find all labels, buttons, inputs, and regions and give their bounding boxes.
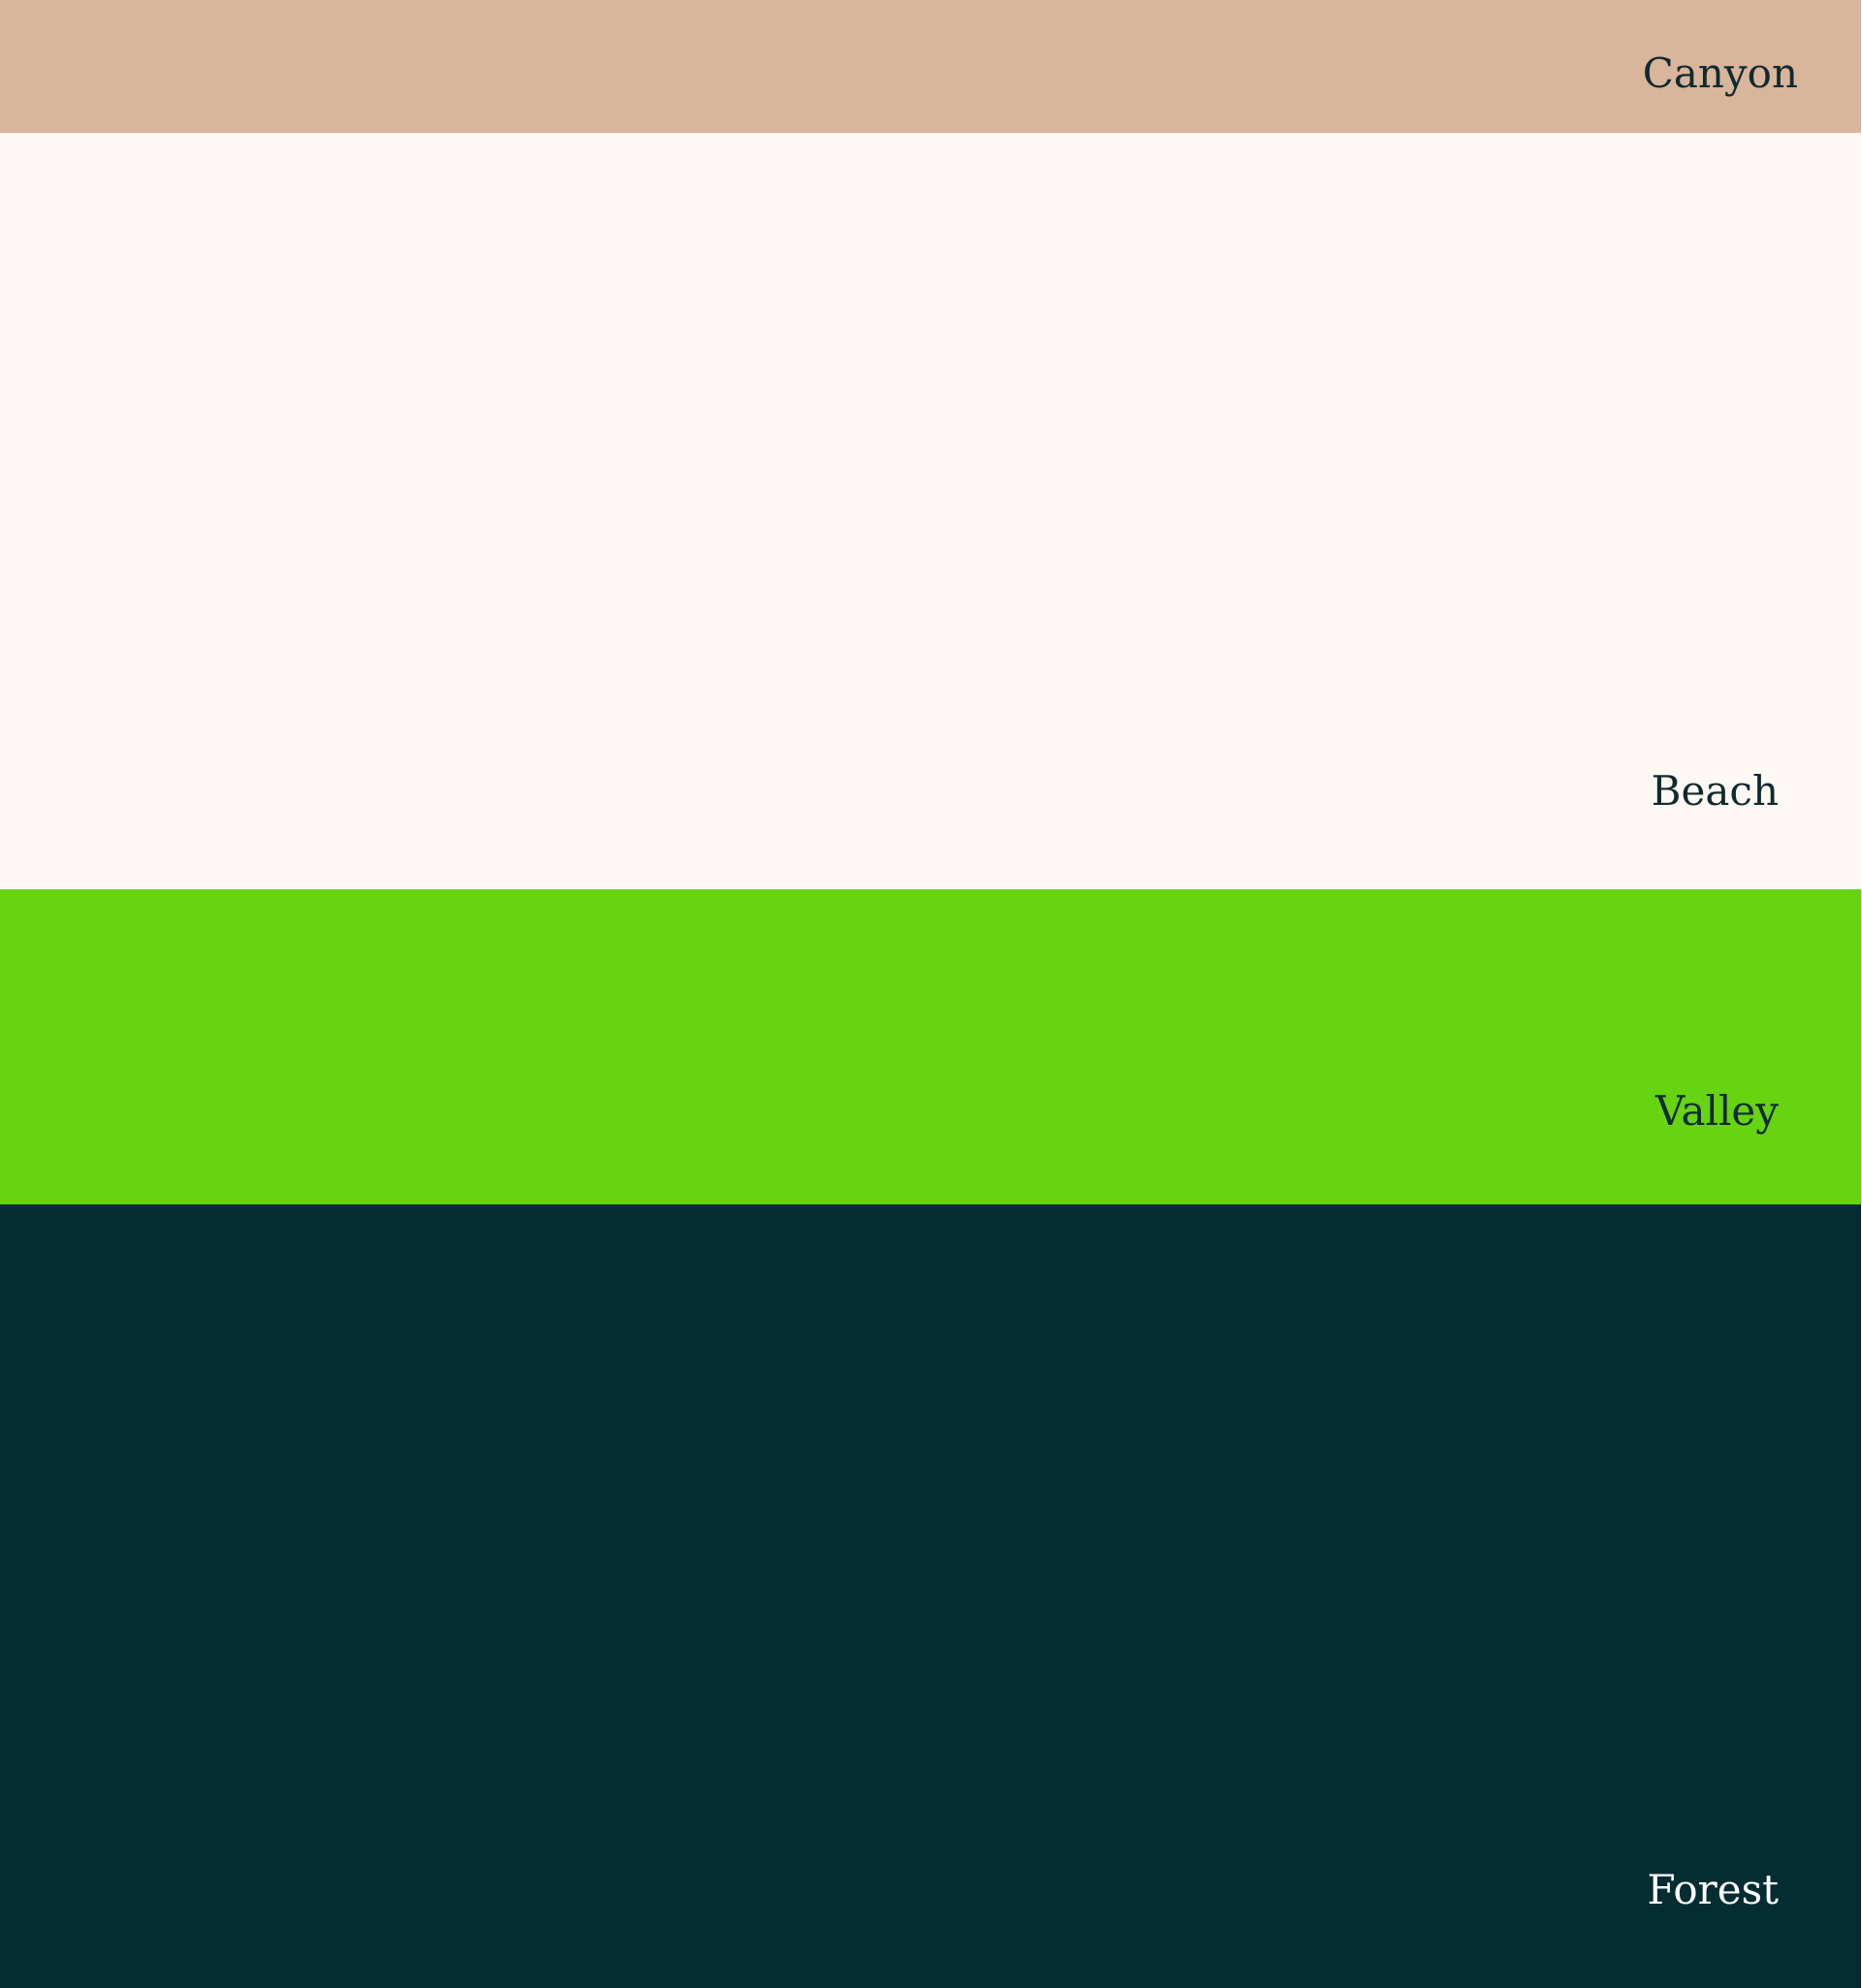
swatch-canyon: Canyon [0, 0, 1862, 133]
swatch-label-canyon: Canyon [1642, 49, 1798, 97]
swatch-label-forest: Forest [1647, 1866, 1780, 1913]
swatch-valley: Valley [0, 889, 1862, 1204]
swatch-label-beach: Beach [1651, 767, 1779, 815]
color-palette: Canyon Beach Valley Forest [0, 0, 1862, 1988]
swatch-forest: Forest [0, 1204, 1862, 1988]
swatch-beach: Beach [0, 133, 1862, 889]
swatch-label-valley: Valley [1655, 1087, 1779, 1135]
